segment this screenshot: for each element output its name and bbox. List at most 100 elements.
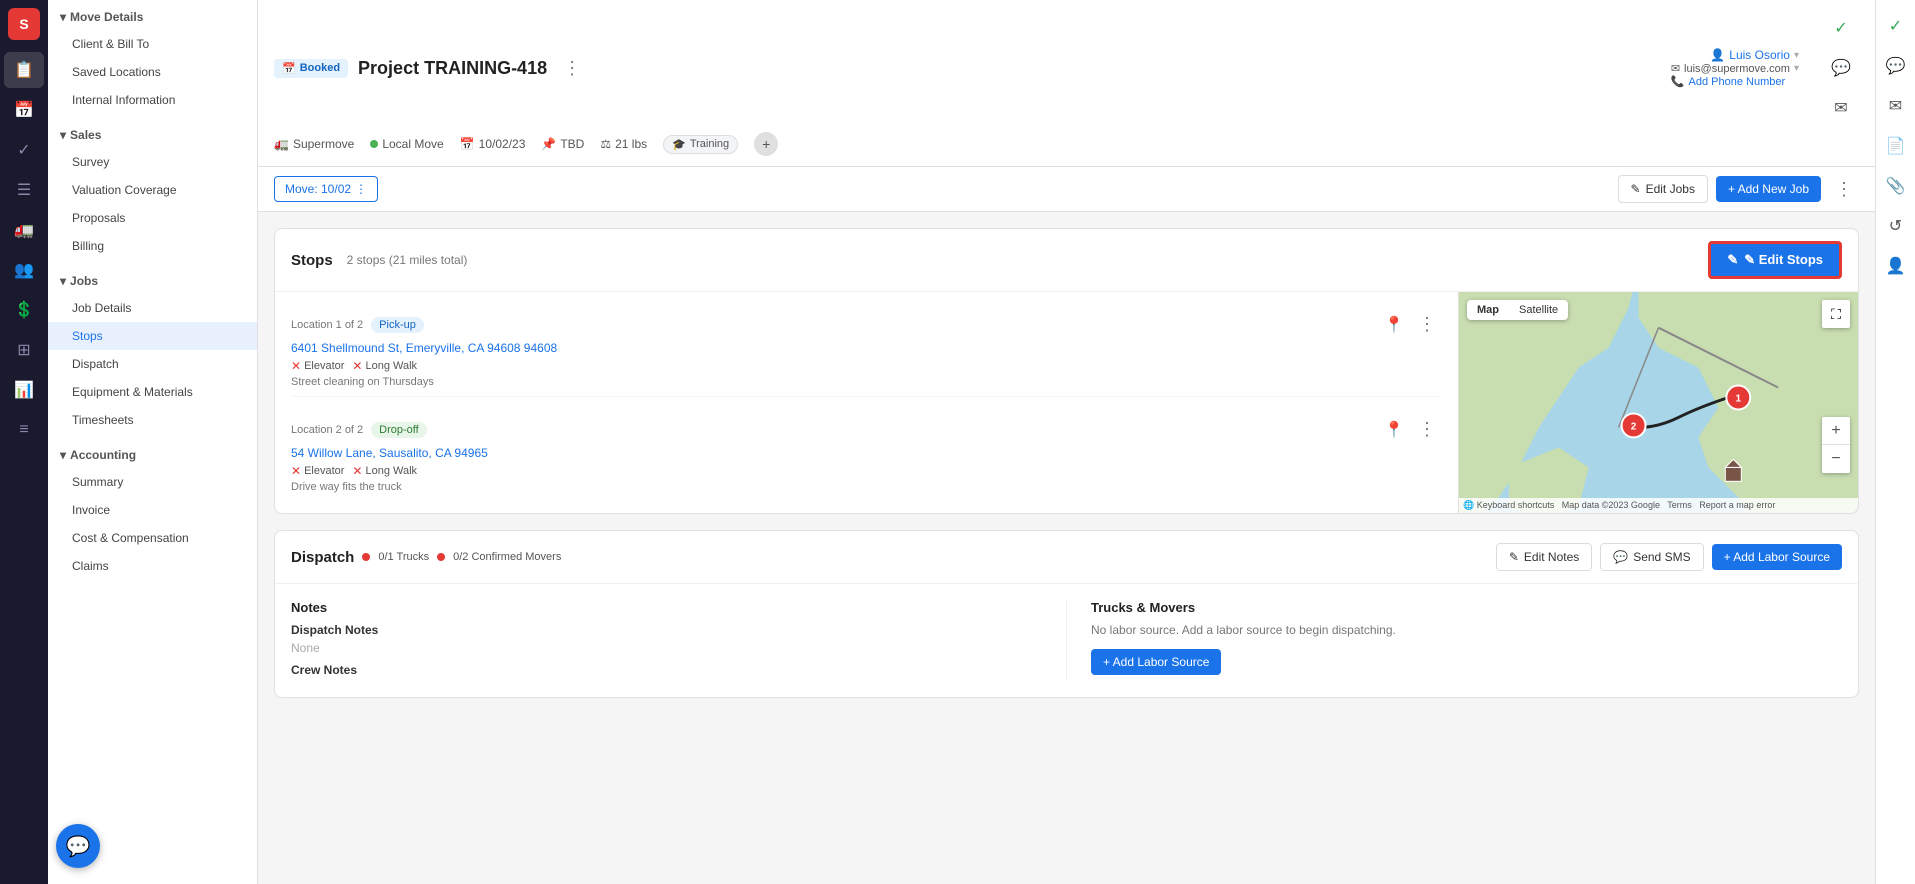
send-sms-button[interactable]: 💬 Send SMS xyxy=(1600,543,1703,571)
nav-icon-dashboard[interactable]: 📋 xyxy=(4,52,44,88)
nav-icon-people[interactable]: 👥 xyxy=(4,252,44,288)
trucks-movers-title: Trucks & Movers xyxy=(1091,600,1842,615)
right-person-icon[interactable]: 👤 xyxy=(1878,248,1914,284)
dispatch-actions: ✎ Edit Notes 💬 Send SMS + Add Labor Sour… xyxy=(1496,543,1842,571)
move-date-button[interactable]: Move: 10/02 ⋮ xyxy=(274,176,378,202)
sidebar-item-timesheets[interactable]: Timesheets xyxy=(48,406,257,434)
sidebar-group-sales: ▾ Sales Survey Valuation Coverage Propos… xyxy=(48,118,257,264)
notes-section-label: Notes xyxy=(291,600,1042,615)
crew-notes-label: Crew Notes xyxy=(291,663,1042,677)
chat-icon-right[interactable]: 💬 xyxy=(1823,50,1859,86)
sidebar-item-job-details[interactable]: Job Details xyxy=(48,294,257,322)
nav-icon-calendar[interactable]: 📅 xyxy=(4,92,44,128)
stop-1-address[interactable]: 6401 Shellmound St, Emeryville, CA 94608… xyxy=(291,341,1442,355)
map-tab-map[interactable]: Map xyxy=(1467,300,1509,320)
stop-1-badge: Pick-up xyxy=(371,317,424,333)
dispatch-title: Dispatch xyxy=(291,549,354,566)
left-icon-bar: S 📋 📅 ✓ ☰ 🚛 👥 💲 ⊞ 📊 ≡ xyxy=(0,0,48,884)
sidebar-item-valuation-coverage[interactable]: Valuation Coverage xyxy=(48,176,257,204)
stop-1-map-icon[interactable]: 📍 xyxy=(1384,315,1404,335)
right-check-icon[interactable]: ✓ xyxy=(1878,8,1914,44)
map-visual: 1 2 Map Satellite ⛶ xyxy=(1459,292,1858,513)
sidebar-item-invoice[interactable]: Invoice xyxy=(48,496,257,524)
sidebar-item-client-bill-to[interactable]: Client & Bill To xyxy=(48,30,257,58)
sidebar-item-saved-locations[interactable]: Saved Locations xyxy=(48,58,257,86)
content-area: Stops 2 stops (21 miles total) ✎ ✎ Edit … xyxy=(258,212,1875,884)
stop-2-tag-elevator: ✕ Elevator xyxy=(291,464,344,478)
right-chat-icon[interactable]: 💬 xyxy=(1878,48,1914,84)
nav-icon-list[interactable]: ☰ xyxy=(4,172,44,208)
add-labor-source-button[interactable]: + Add Labor Source xyxy=(1712,544,1842,570)
sidebar-group-header-jobs[interactable]: ▾ Jobs xyxy=(48,268,257,294)
check-icon-right[interactable]: ✓ xyxy=(1823,10,1859,46)
right-bar: ✓ 💬 ✉ 📄 📎 ↺ 👤 xyxy=(1875,0,1915,884)
no-labor-text: No labor source. Add a labor source to b… xyxy=(1091,623,1842,637)
sidebar-item-claims[interactable]: Claims xyxy=(48,552,257,580)
sidebar-item-summary[interactable]: Summary xyxy=(48,468,257,496)
sidebar-item-dispatch[interactable]: Dispatch xyxy=(48,350,257,378)
sidebar-item-stops[interactable]: Stops xyxy=(48,322,257,350)
pencil-icon-stops: ✎ xyxy=(1727,252,1738,268)
nav-icon-lines[interactable]: ≡ xyxy=(4,412,44,448)
nav-icon-dollar[interactable]: 💲 xyxy=(4,292,44,328)
right-doc-icon[interactable]: 📄 xyxy=(1878,128,1914,164)
user-name[interactable]: Luis Osorio xyxy=(1729,48,1790,62)
add-new-job-button[interactable]: + Add New Job xyxy=(1716,176,1821,202)
stop-item-2: Location 2 of 2 Drop-off 📍 ⋮ 54 Willow L… xyxy=(291,409,1442,501)
map-tab-satellite[interactable]: Satellite xyxy=(1509,300,1568,320)
mail-icon-right[interactable]: ✉ xyxy=(1823,90,1859,126)
nav-icon-truck[interactable]: 🚛 xyxy=(4,212,44,248)
sidebar-group-header-accounting[interactable]: ▾ Accounting xyxy=(48,442,257,468)
sidebar-item-survey[interactable]: Survey xyxy=(48,148,257,176)
sidebar-item-internal-info[interactable]: Internal Information xyxy=(48,86,257,114)
sidebar-group-header-sales[interactable]: ▾ Sales xyxy=(48,122,257,148)
sidebar-group-jobs: ▾ Jobs Job Details Stops Dispatch Equipm… xyxy=(48,264,257,438)
sidebar-item-equipment-materials[interactable]: Equipment & Materials xyxy=(48,378,257,406)
sidebar: ▾ Move Details Client & Bill To Saved Lo… xyxy=(48,0,258,884)
stop-2-more-menu[interactable]: ⋮ xyxy=(1412,417,1442,442)
nav-icon-check[interactable]: ✓ xyxy=(4,132,44,168)
project-more-menu[interactable]: ⋮ xyxy=(557,56,587,81)
sidebar-group-header-move-details[interactable]: ▾ Move Details xyxy=(48,4,257,30)
sidebar-item-proposals[interactable]: Proposals xyxy=(48,204,257,232)
dispatch-card-header: Dispatch 0/1 Trucks 0/2 Confirmed Movers… xyxy=(275,531,1858,584)
edit-notes-button[interactable]: ✎ Edit Notes xyxy=(1496,543,1592,571)
right-refresh-icon[interactable]: ↺ xyxy=(1878,208,1914,244)
stop-1-more-menu[interactable]: ⋮ xyxy=(1412,312,1442,337)
svg-text:1: 1 xyxy=(1736,394,1742,405)
stop-2-map-icon[interactable]: 📍 xyxy=(1384,420,1404,440)
stop-2-note: Drive way fits the truck xyxy=(291,481,1442,493)
status-badge: 📅 Booked xyxy=(274,59,348,78)
add-tag-button[interactable]: + xyxy=(754,132,778,156)
stops-card: Stops 2 stops (21 miles total) ✎ ✎ Edit … xyxy=(274,228,1859,514)
map-zoom-in-button[interactable]: + xyxy=(1822,417,1850,445)
right-mail-icon[interactable]: ✉ xyxy=(1878,88,1914,124)
edit-jobs-button[interactable]: ✎ Edit Jobs xyxy=(1618,175,1708,203)
nav-icon-chart[interactable]: 📊 xyxy=(4,372,44,408)
header-meta: 🚛 Supermove Local Move 📅 10/02/23 📌 TBD … xyxy=(274,132,1859,156)
sidebar-item-billing[interactable]: Billing xyxy=(48,232,257,260)
subheader-actions: ✎ Edit Jobs + Add New Job ⋮ xyxy=(1618,175,1859,203)
sidebar-group-move-details: ▾ Move Details Client & Bill To Saved Lo… xyxy=(48,0,257,118)
app-logo[interactable]: S xyxy=(8,8,40,40)
dispatch-body: Notes Dispatch Notes None Crew Notes Tru… xyxy=(275,584,1858,697)
stop-2-tag-longwalk: ✕ Long Walk xyxy=(352,464,417,478)
right-clip-icon[interactable]: 📎 xyxy=(1878,168,1914,204)
add-phone-link[interactable]: Add Phone Number xyxy=(1689,76,1786,88)
map-zoom-out-button[interactable]: − xyxy=(1822,445,1850,473)
chat-fab-button[interactable]: 💬 xyxy=(56,824,100,868)
project-title: Project TRAINING-418 xyxy=(358,58,547,79)
main-content: 📅 Booked Project TRAINING-418 ⋮ 👤 Luis O… xyxy=(258,0,1875,884)
sidebar-item-cost-compensation[interactable]: Cost & Compensation xyxy=(48,524,257,552)
edit-stops-button[interactable]: ✎ ✎ Edit Stops xyxy=(1708,241,1842,279)
svg-text:2: 2 xyxy=(1631,421,1637,432)
dispatch-card: Dispatch 0/1 Trucks 0/2 Confirmed Movers… xyxy=(274,530,1859,698)
user-info-area: 👤 Luis Osorio ▾ ✉ luis@supermove.com ▾ 📞… xyxy=(1671,10,1859,126)
nav-icon-grid[interactable]: ⊞ xyxy=(4,332,44,368)
stop-2-address[interactable]: 54 Willow Lane, Sausalito, CA 94965 xyxy=(291,446,1442,460)
stop-2-tags: ✕ Elevator ✕ Long Walk xyxy=(291,464,1442,478)
add-labor-source-inline-button[interactable]: + Add Labor Source xyxy=(1091,649,1221,675)
map-expand-button[interactable]: ⛶ xyxy=(1822,300,1850,328)
pencil-icon: ✎ xyxy=(1631,182,1641,196)
subheader-more-menu[interactable]: ⋮ xyxy=(1829,177,1859,202)
